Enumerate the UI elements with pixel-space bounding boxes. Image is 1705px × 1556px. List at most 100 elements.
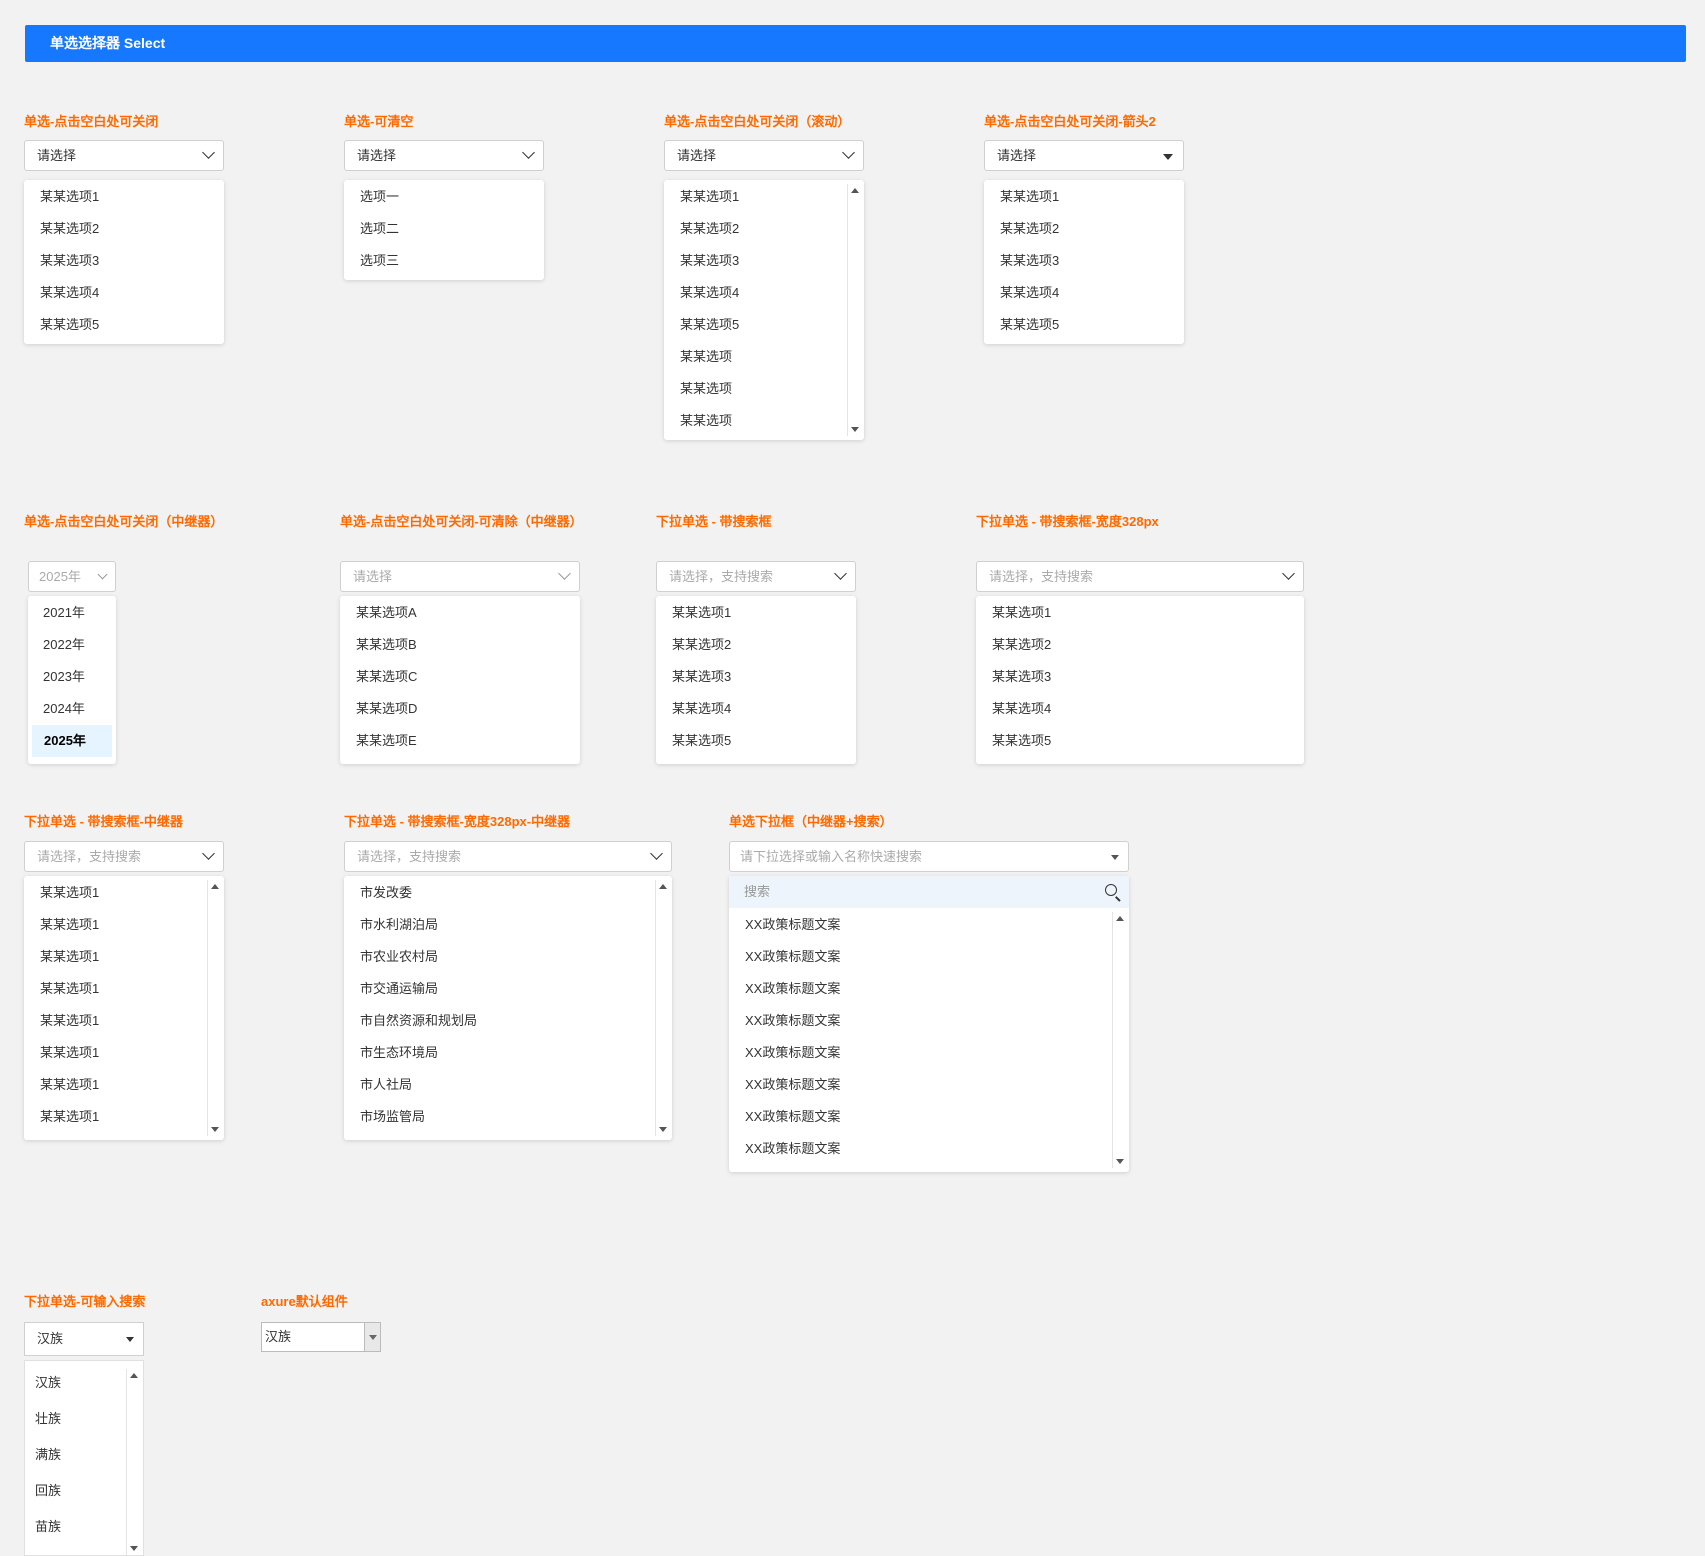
- option-item[interactable]: 某某选项E: [340, 725, 580, 757]
- scrollbar[interactable]: [655, 880, 670, 1136]
- search-select-box[interactable]: 请选择，支持搜索: [976, 561, 1304, 592]
- scroll-down-icon[interactable]: [1116, 1159, 1124, 1164]
- select-button[interactable]: [364, 1323, 380, 1351]
- dropdown-search-input[interactable]: 搜索: [729, 876, 1129, 908]
- option-item[interactable]: 某某选项4: [664, 277, 864, 309]
- select-box[interactable]: 请选择: [340, 561, 580, 592]
- option-item[interactable]: 2023年: [28, 661, 116, 693]
- option-item[interactable]: XX政策标题文案: [729, 1133, 1129, 1165]
- option-item[interactable]: 某某选项1: [24, 941, 224, 973]
- option-item[interactable]: 某某选项5: [984, 309, 1184, 341]
- option-item[interactable]: 某某选项1: [24, 181, 224, 213]
- option-item[interactable]: 某某选项2: [984, 213, 1184, 245]
- option-item[interactable]: 2022年: [28, 629, 116, 661]
- search-select-box[interactable]: 请选择，支持搜索: [344, 841, 672, 872]
- option-item[interactable]: XX政策标题文案: [729, 1069, 1129, 1101]
- option-item[interactable]: 某某选项4: [976, 693, 1304, 725]
- option-item[interactable]: 某某选项1: [24, 877, 224, 909]
- select-box[interactable]: 请选择: [344, 140, 544, 171]
- option-item[interactable]: XX政策标题文案: [729, 973, 1129, 1005]
- scrollbar[interactable]: [207, 880, 222, 1136]
- option-item[interactable]: 某某选项A: [340, 597, 580, 629]
- option-item[interactable]: 某某选项1: [24, 1101, 224, 1133]
- option-item[interactable]: 市生态环境局: [344, 1037, 672, 1069]
- select-value: 汉族: [265, 1329, 292, 1344]
- option-item[interactable]: 某某选项4: [984, 277, 1184, 309]
- option-item[interactable]: 某某选项B: [340, 629, 580, 661]
- option-item[interactable]: 某某选项3: [656, 661, 856, 693]
- option-item[interactable]: 某某选项1: [24, 1037, 224, 1069]
- option-item[interactable]: 2024年: [28, 693, 116, 725]
- input-select-box[interactable]: 汉族: [24, 1322, 144, 1356]
- option-item[interactable]: 某某选项2: [24, 213, 224, 245]
- search-icon[interactable]: [1105, 884, 1117, 896]
- option-item[interactable]: 某某选项3: [24, 245, 224, 277]
- scroll-up-icon[interactable]: [851, 188, 859, 193]
- option-item[interactable]: 某某选项5: [24, 309, 224, 341]
- scroll-up-icon[interactable]: [1116, 916, 1124, 921]
- select-placeholder: 请选择，支持搜索: [37, 849, 142, 864]
- option-item[interactable]: 选项一: [344, 181, 544, 213]
- option-item[interactable]: 选项二: [344, 213, 544, 245]
- option-item[interactable]: 某某选项1: [656, 597, 856, 629]
- option-item[interactable]: 市场监管局: [344, 1101, 672, 1133]
- option-item[interactable]: 市发改委: [344, 877, 672, 909]
- option-item[interactable]: 某某选项: [664, 341, 864, 373]
- option-item[interactable]: XX政策标题文案: [729, 941, 1129, 973]
- option-item[interactable]: 某某选项2: [664, 213, 864, 245]
- option-item[interactable]: 某某选项2: [656, 629, 856, 661]
- scrollbar[interactable]: [126, 1369, 141, 1555]
- select-box[interactable]: 请选择: [984, 140, 1184, 171]
- option-item[interactable]: 某某选项: [664, 405, 864, 437]
- option-item[interactable]: 某某选项1: [664, 181, 864, 213]
- option-item[interactable]: 市水利湖泊局: [344, 909, 672, 941]
- option-item[interactable]: 某某选项1: [24, 1069, 224, 1101]
- option-item[interactable]: 某某选项3: [976, 661, 1304, 693]
- option-item[interactable]: 某某选项5: [656, 725, 856, 757]
- option-item[interactable]: 选项三: [344, 245, 544, 277]
- option-item[interactable]: 某某选项4: [656, 693, 856, 725]
- native-select[interactable]: 汉族: [261, 1322, 381, 1352]
- option-item[interactable]: 市人社局: [344, 1069, 672, 1101]
- option-item[interactable]: 市自然资源和规划局: [344, 1005, 672, 1037]
- option-item[interactable]: XX政策标题文案: [729, 1005, 1129, 1037]
- select-box[interactable]: 2025年: [28, 561, 116, 592]
- option-item[interactable]: 市农业农村局: [344, 941, 672, 973]
- option-item[interactable]: 某某选项3: [984, 245, 1184, 277]
- search-select-box[interactable]: 请选择，支持搜索: [656, 561, 856, 592]
- option-item[interactable]: 2021年: [28, 597, 116, 629]
- section-title: 下拉单选 - 带搜索框-宽度328px-中继器: [344, 814, 571, 829]
- scroll-up-icon[interactable]: [130, 1373, 138, 1378]
- option-item[interactable]: XX政策标题文案: [729, 1101, 1129, 1133]
- scroll-up-icon[interactable]: [211, 884, 219, 889]
- scroll-up-icon[interactable]: [659, 884, 667, 889]
- select-box[interactable]: 请选择: [24, 140, 224, 171]
- option-item[interactable]: 某某选项1: [24, 909, 224, 941]
- option-item[interactable]: 某某选项5: [664, 309, 864, 341]
- scrollbar[interactable]: [847, 184, 862, 436]
- option-item[interactable]: 某某选项: [664, 373, 864, 405]
- select-box[interactable]: 请选择: [664, 140, 864, 171]
- option-item[interactable]: 某某选项3: [664, 245, 864, 277]
- option-item[interactable]: 某某选项C: [340, 661, 580, 693]
- scrollbar[interactable]: [1112, 912, 1127, 1168]
- option-item[interactable]: XX政策标题文案: [729, 909, 1129, 941]
- scroll-down-icon[interactable]: [851, 427, 859, 432]
- scroll-down-icon[interactable]: [211, 1127, 219, 1132]
- option-item[interactable]: XX政策标题文案: [729, 1037, 1129, 1069]
- option-item[interactable]: 某某选项4: [24, 277, 224, 309]
- scroll-down-icon[interactable]: [659, 1127, 667, 1132]
- option-item[interactable]: 某某选项D: [340, 693, 580, 725]
- scroll-down-icon[interactable]: [130, 1546, 138, 1551]
- caret-down-icon: [1163, 154, 1173, 160]
- search-select-box[interactable]: 请选择，支持搜索: [24, 841, 224, 872]
- option-item[interactable]: 某某选项2: [976, 629, 1304, 661]
- option-item[interactable]: 某某选项1: [976, 597, 1304, 629]
- search-select-box[interactable]: 请下拉选择或输入名称快速搜索: [729, 841, 1129, 872]
- option-item[interactable]: 某某选项1: [24, 1005, 224, 1037]
- option-item[interactable]: 某某选项5: [976, 725, 1304, 757]
- option-item[interactable]: 某某选项1: [984, 181, 1184, 213]
- option-item[interactable]: 市交通运输局: [344, 973, 672, 1005]
- option-item-selected[interactable]: 2025年: [32, 725, 112, 757]
- option-item[interactable]: 某某选项1: [24, 973, 224, 1005]
